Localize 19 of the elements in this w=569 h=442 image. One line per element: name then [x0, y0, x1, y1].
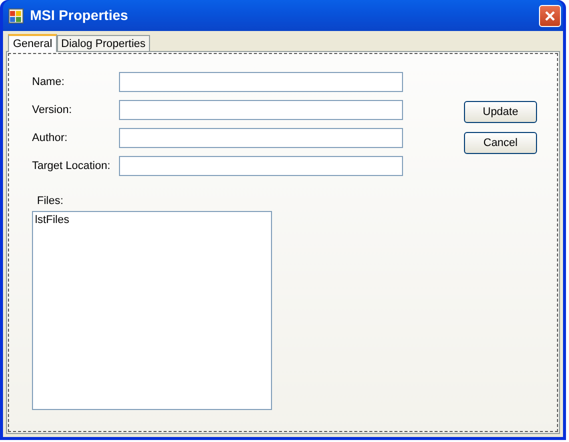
- field-label: Target Location:: [31, 158, 112, 174]
- list-item[interactable]: lstFiles: [35, 212, 269, 228]
- field-label: Author:: [31, 130, 68, 146]
- field-label: Name:: [31, 74, 66, 90]
- tab[interactable]: General: [8, 34, 58, 52]
- field-label: Version:: [31, 102, 73, 118]
- window-title: MSI Properties: [30, 6, 130, 25]
- app-icon: [8, 8, 24, 24]
- text-field[interactable]: [119, 128, 403, 148]
- dialog-button[interactable]: Cancel: [464, 132, 537, 154]
- text-field[interactable]: [119, 156, 403, 176]
- close-button[interactable]: [539, 4, 561, 26]
- files-label: Files:: [37, 194, 64, 209]
- text-field[interactable]: [119, 100, 403, 120]
- files-list-box[interactable]: lstFiles: [32, 210, 272, 410]
- close-icon: [544, 10, 556, 22]
- dialog-button[interactable]: Update: [464, 101, 537, 123]
- tab[interactable]: Dialog Properties: [57, 35, 150, 51]
- text-field[interactable]: [119, 72, 403, 92]
